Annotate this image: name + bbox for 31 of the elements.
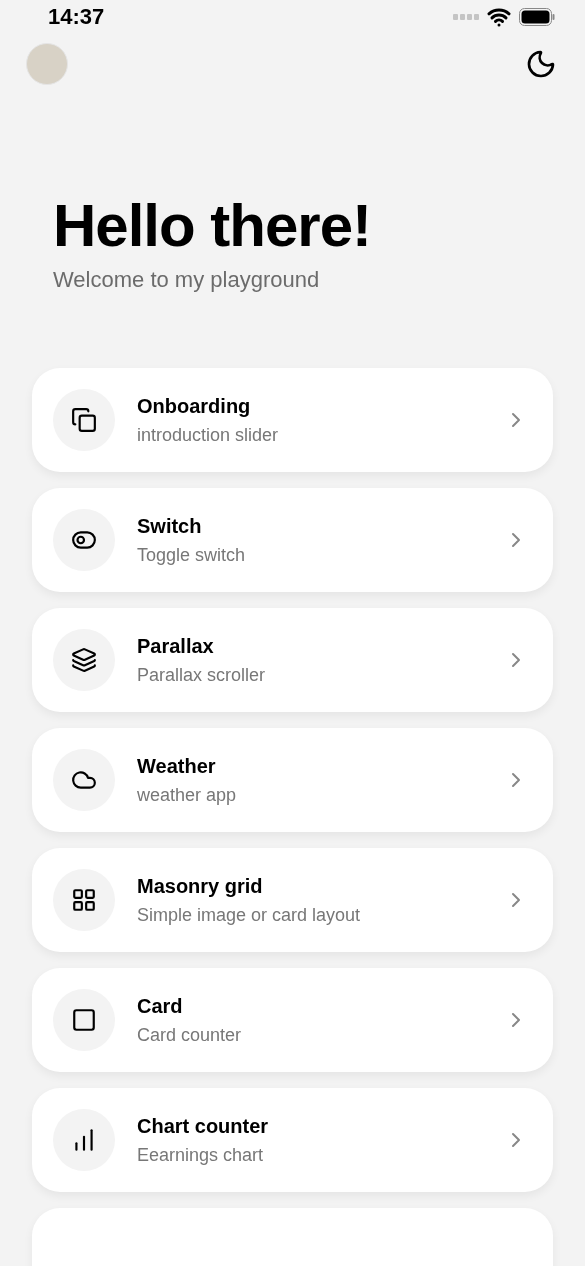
copy-icon	[71, 407, 97, 433]
battery-icon	[519, 7, 555, 26]
menu-card[interactable]: Masonry grid Simple image or card layout	[32, 848, 553, 952]
card-subtitle: Simple image or card layout	[137, 903, 362, 927]
layers-icon	[71, 647, 97, 673]
signal-icon	[453, 13, 479, 20]
square-icon	[71, 1007, 97, 1033]
card-subtitle: Parallax scroller	[137, 663, 267, 687]
card-subtitle: Card counter	[137, 1023, 243, 1047]
page-title: Hello there!	[53, 191, 373, 261]
page-subtitle: Welcome to my playground	[53, 266, 321, 294]
card-subtitle: Toggle switch	[137, 543, 247, 567]
menu-card[interactable]: Card Card counter	[32, 968, 553, 1072]
grid-icon	[71, 887, 97, 913]
menu-card[interactable]: Onboarding introduction slider	[32, 368, 553, 472]
card-title: Onboarding	[137, 393, 252, 419]
menu-card[interactable]: Parallax Parallax scroller	[32, 608, 553, 712]
card-title: Masonry grid	[137, 873, 264, 899]
card-title: Chart counter	[137, 1113, 270, 1139]
card-title: Switch	[137, 513, 203, 539]
card-title: Weather	[137, 753, 217, 779]
dark-mode-icon[interactable]	[525, 48, 557, 80]
card-subtitle: weather app	[137, 783, 238, 807]
menu-card[interactable]: Switch Toggle switch	[32, 488, 553, 592]
card-title: Card	[137, 993, 184, 1019]
status-time: 14:37	[48, 3, 105, 31]
card-subtitle: introduction slider	[137, 423, 280, 447]
menu-card[interactable]: Weather weather app	[32, 728, 553, 832]
card-subtitle: Eearnings chart	[137, 1143, 265, 1167]
card-title: Parallax	[137, 633, 215, 659]
menu-card[interactable]: Chart counter Eearnings chart	[32, 1088, 553, 1192]
